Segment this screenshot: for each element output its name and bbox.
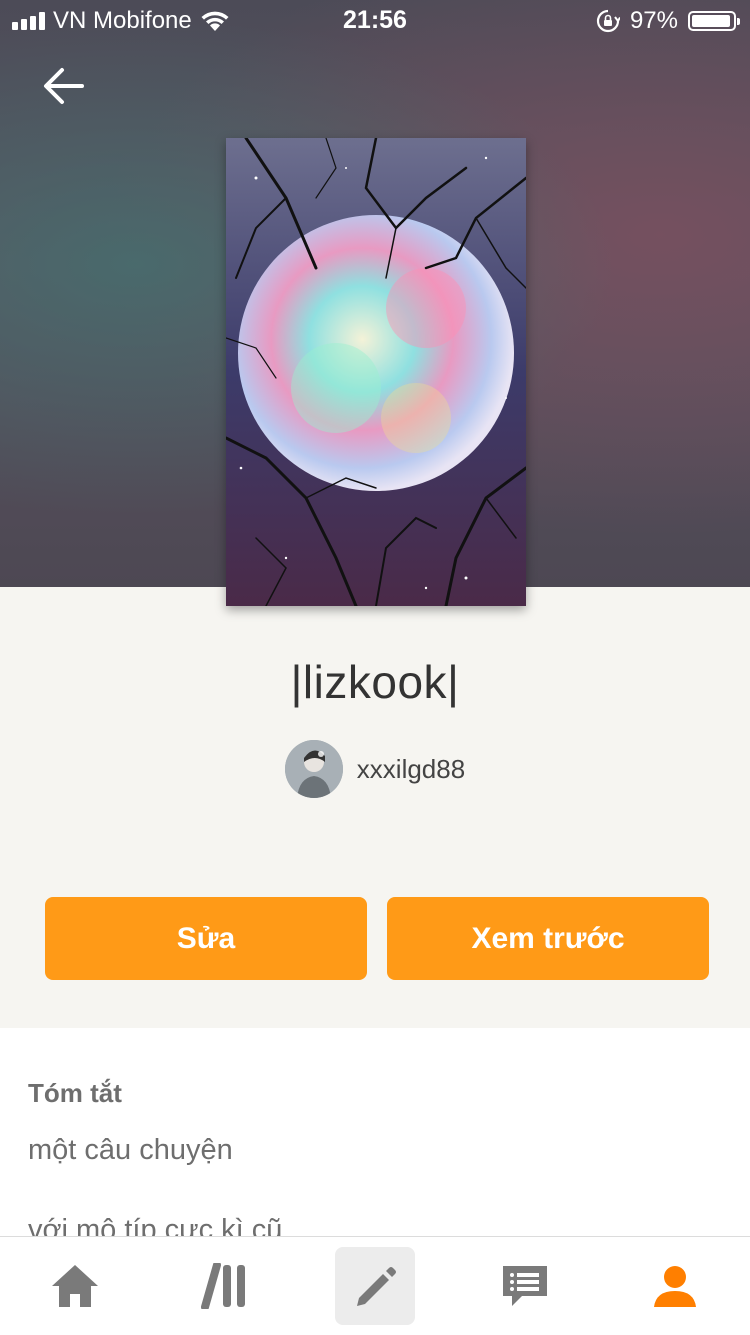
story-title: |lizkook| — [290, 656, 460, 708]
back-button[interactable] — [38, 60, 90, 112]
write-icon — [357, 1267, 396, 1306]
author-row[interactable]: xxxilgd88 — [0, 740, 750, 798]
tab-profile[interactable] — [635, 1247, 715, 1325]
battery-percent: 97% — [629, 7, 678, 34]
tab-home[interactable] — [35, 1247, 115, 1325]
battery-icon — [688, 11, 740, 31]
rotation-lock-icon — [596, 9, 620, 33]
bottom-tab-bar — [0, 1236, 750, 1335]
tab-messages[interactable] — [485, 1247, 565, 1325]
summary-text-line: một câu chuyện — [28, 1134, 233, 1166]
arrow-left-icon — [44, 68, 84, 104]
avatar[interactable] — [284, 740, 343, 798]
story-cover-image — [226, 138, 526, 606]
battery-group: 97% — [596, 7, 740, 35]
profile-icon — [654, 1266, 696, 1307]
tab-library[interactable] — [185, 1247, 265, 1325]
home-icon — [52, 1265, 98, 1307]
messages-icon — [503, 1266, 547, 1306]
author-username[interactable]: xxxilgd88 — [357, 754, 465, 785]
library-icon — [201, 1263, 245, 1309]
status-bar: VN Mobifone 21:56 97% — [0, 0, 750, 40]
edit-button[interactable]: Sửa — [45, 897, 367, 980]
summary-section: Tóm tắt một câu chuyện với mô típ cực kì… — [0, 1028, 750, 1246]
summary-heading: Tóm tắt — [28, 1078, 122, 1108]
tab-write[interactable] — [335, 1247, 415, 1325]
preview-button[interactable]: Xem trước — [387, 897, 709, 980]
